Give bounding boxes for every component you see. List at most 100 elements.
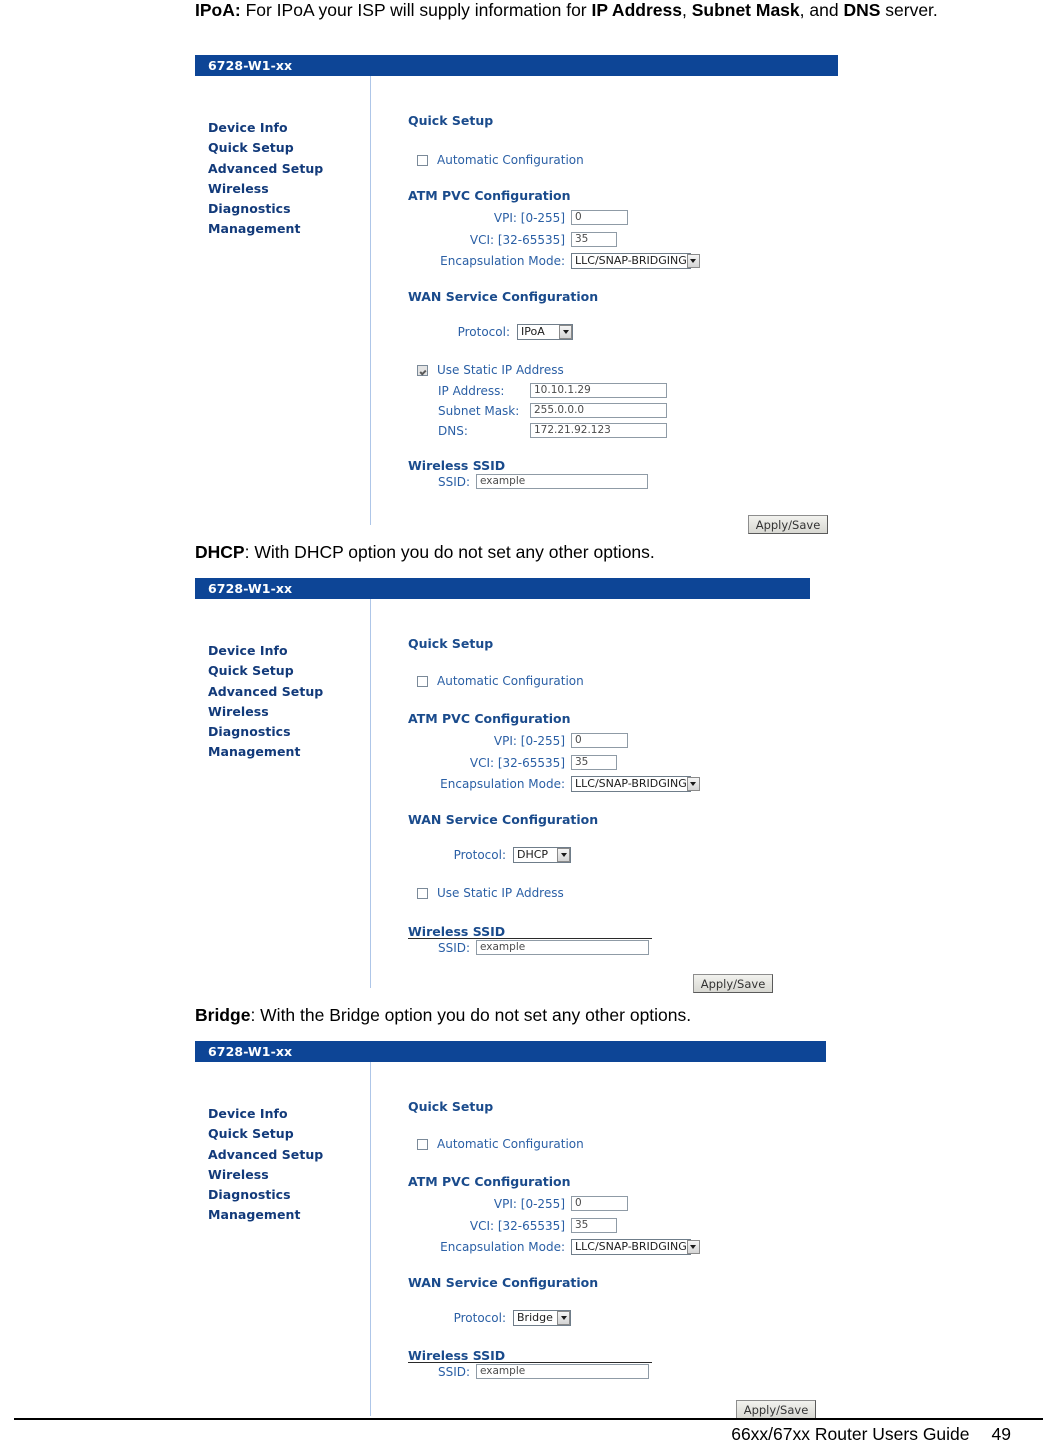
ipoa-bold-ip-address: IP Address: [591, 0, 682, 20]
chevron-down-icon[interactable]: [686, 777, 700, 791]
protocol-label: Protocol:: [457, 325, 510, 339]
use-static-ip-row[interactable]: Use Static IP Address: [417, 886, 564, 900]
automatic-configuration-checkbox[interactable]: [417, 1138, 428, 1150]
ssid-input[interactable]: example: [476, 474, 648, 489]
subnet-mask-label: Subnet Mask:: [438, 403, 520, 418]
sidebar-item-management[interactable]: Management: [208, 1205, 358, 1225]
encapsulation-mode-value: LLC/SNAP-BRIDGING: [575, 1240, 687, 1253]
sidebar-item-quick-setup[interactable]: Quick Setup: [208, 1124, 358, 1144]
automatic-configuration-checkbox[interactable]: [417, 675, 428, 687]
sidebar-item-device-info[interactable]: Device Info: [208, 1104, 358, 1124]
vpi-label: VPI: [0-255]: [493, 1196, 565, 1211]
encapsulation-mode-label: Encapsulation Mode:: [440, 1240, 565, 1254]
router-screenshot-bridge: 6728-W1-xx Device Info Quick Setup Advan…: [195, 1041, 826, 1419]
ip-address-input[interactable]: 10.10.1.29: [530, 383, 667, 398]
protocol-select[interactable]: IPoA: [517, 324, 573, 340]
atm-pvc-heading: ATM PVC Configuration: [408, 711, 571, 726]
vpi-label: VPI: [0-255]: [493, 733, 565, 748]
vpi-input[interactable]: 0: [571, 210, 628, 225]
automatic-configuration-row[interactable]: Automatic Configuration: [417, 674, 584, 688]
sidebar-item-label: Device Info: [208, 120, 288, 135]
atm-pvc-heading: ATM PVC Configuration: [408, 188, 571, 203]
sidebar-item-device-info[interactable]: Device Info: [208, 118, 358, 138]
sidebar-item-label: Diagnostics: [208, 724, 291, 740]
chevron-down-icon[interactable]: [559, 325, 572, 339]
sidebar-item-wireless[interactable]: Wireless: [208, 1165, 358, 1185]
vci-label: VCI: [32-65535]: [469, 232, 565, 247]
ip-address-row: IP Address: 10.10.1.29: [438, 383, 667, 398]
sidebar-item-management[interactable]: Management: [208, 742, 358, 762]
use-static-ip-checkbox[interactable]: [417, 887, 428, 899]
vpi-row: VPI: [0-255] 0: [408, 733, 628, 748]
bridge-text: : With the Bridge option you do not set …: [250, 1005, 692, 1025]
protocol-select[interactable]: DHCP: [513, 847, 571, 863]
footer: 66xx/67xx Router Users Guide 49: [731, 1424, 1011, 1445]
encapsulation-mode-select[interactable]: LLC/SNAP-BRIDGING: [571, 1239, 700, 1255]
wan-service-heading: WAN Service Configuration: [408, 812, 599, 827]
use-static-ip-row[interactable]: Use Static IP Address: [417, 363, 564, 377]
sidebar-item-quick-setup[interactable]: Quick Setup: [208, 138, 358, 158]
sidebar-item-diagnostics[interactable]: Diagnostics: [208, 199, 358, 219]
chevron-down-icon[interactable]: [557, 1311, 570, 1325]
quick-setup-heading: Quick Setup: [408, 1099, 494, 1114]
vpi-input[interactable]: 0: [571, 733, 628, 748]
vpi-row: VPI: [0-255] 0: [408, 1196, 628, 1211]
ssid-input[interactable]: example: [476, 940, 649, 955]
automatic-configuration-label: Automatic Configuration: [437, 1137, 584, 1151]
chevron-down-icon[interactable]: [686, 254, 700, 268]
router-screenshot-dhcp: 6728-W1-xx Device Info Quick Setup Advan…: [195, 578, 810, 993]
encapsulation-mode-row: Encapsulation Mode: LLC/SNAP-BRIDGING: [408, 776, 700, 792]
sidebar-item-wireless[interactable]: Wireless: [208, 179, 358, 199]
vci-label: VCI: [32-65535]: [469, 755, 565, 770]
apply-save-button[interactable]: Apply/Save: [693, 974, 773, 993]
protocol-value: Bridge: [517, 1311, 553, 1324]
chevron-down-icon[interactable]: [686, 1240, 700, 1254]
use-static-ip-checkbox[interactable]: [417, 364, 428, 376]
ipoa-bold-subnet-mask: Subnet Mask: [691, 0, 800, 20]
vpi-input[interactable]: 0: [571, 1196, 628, 1211]
sidebar-item-advanced-setup[interactable]: Advanced Setup: [208, 682, 358, 702]
apply-save-button[interactable]: Apply/Save: [736, 1400, 816, 1419]
wireless-ssid-heading: Wireless SSID: [408, 458, 506, 473]
encapsulation-mode-select[interactable]: LLC/SNAP-BRIDGING: [571, 776, 700, 792]
sidebar-item-quick-setup[interactable]: Quick Setup: [208, 661, 358, 681]
protocol-value: DHCP: [517, 848, 549, 861]
vci-input[interactable]: 35: [571, 1218, 617, 1233]
encapsulation-mode-select[interactable]: LLC/SNAP-BRIDGING: [571, 253, 700, 269]
sidebar-item-diagnostics[interactable]: Diagnostics: [208, 722, 358, 742]
router-titlebar: 6728-W1-xx: [195, 55, 838, 76]
sidebar-item-wireless[interactable]: Wireless: [208, 702, 358, 722]
sidebar-item-management[interactable]: Management: [208, 219, 358, 239]
automatic-configuration-checkbox[interactable]: [417, 154, 428, 166]
sidebar-item-advanced-setup[interactable]: Advanced Setup: [208, 159, 358, 179]
protocol-select[interactable]: Bridge: [513, 1310, 571, 1326]
ipoa-lead-label: IPoA:: [195, 0, 241, 20]
automatic-configuration-row[interactable]: Automatic Configuration: [417, 1137, 584, 1151]
apply-save-button[interactable]: Apply/Save: [748, 515, 828, 534]
sidebar-item-label: Advanced Setup: [208, 683, 324, 699]
sidebar-item-label: Quick Setup: [208, 1126, 294, 1142]
protocol-label: Protocol:: [453, 1311, 506, 1325]
sidebar-item-label: Advanced Setup: [208, 160, 324, 176]
ssid-row: SSID: example: [438, 474, 648, 489]
sidebar-item-device-info[interactable]: Device Info: [208, 641, 358, 661]
sidebar-item-diagnostics[interactable]: Diagnostics: [208, 1185, 358, 1205]
vci-label: VCI: [32-65535]: [469, 1218, 565, 1233]
router-title-text: 6728-W1-xx: [208, 1044, 293, 1059]
vci-input[interactable]: 35: [571, 755, 617, 770]
bridge-paragraph: Bridge: With the Bridge option you do no…: [195, 1003, 1025, 1028]
ssid-label: SSID:: [438, 1364, 471, 1379]
vpi-label: VPI: [0-255]: [493, 210, 565, 225]
panel-divider: [370, 1062, 371, 1416]
automatic-configuration-row[interactable]: Automatic Configuration: [417, 153, 584, 167]
vci-input[interactable]: 35: [571, 232, 617, 247]
sidebar-item-advanced-setup[interactable]: Advanced Setup: [208, 1145, 358, 1165]
router-title-text: 6728-W1-xx: [208, 58, 293, 73]
chevron-down-icon[interactable]: [557, 848, 570, 862]
dns-input[interactable]: 172.21.92.123: [530, 423, 667, 438]
ssid-label: SSID:: [438, 940, 471, 955]
ssid-input[interactable]: example: [476, 1364, 649, 1379]
sidebar-item-label: Diagnostics: [208, 1187, 291, 1203]
subnet-mask-input[interactable]: 255.0.0.0: [530, 403, 667, 418]
atm-pvc-heading: ATM PVC Configuration: [408, 1174, 571, 1189]
